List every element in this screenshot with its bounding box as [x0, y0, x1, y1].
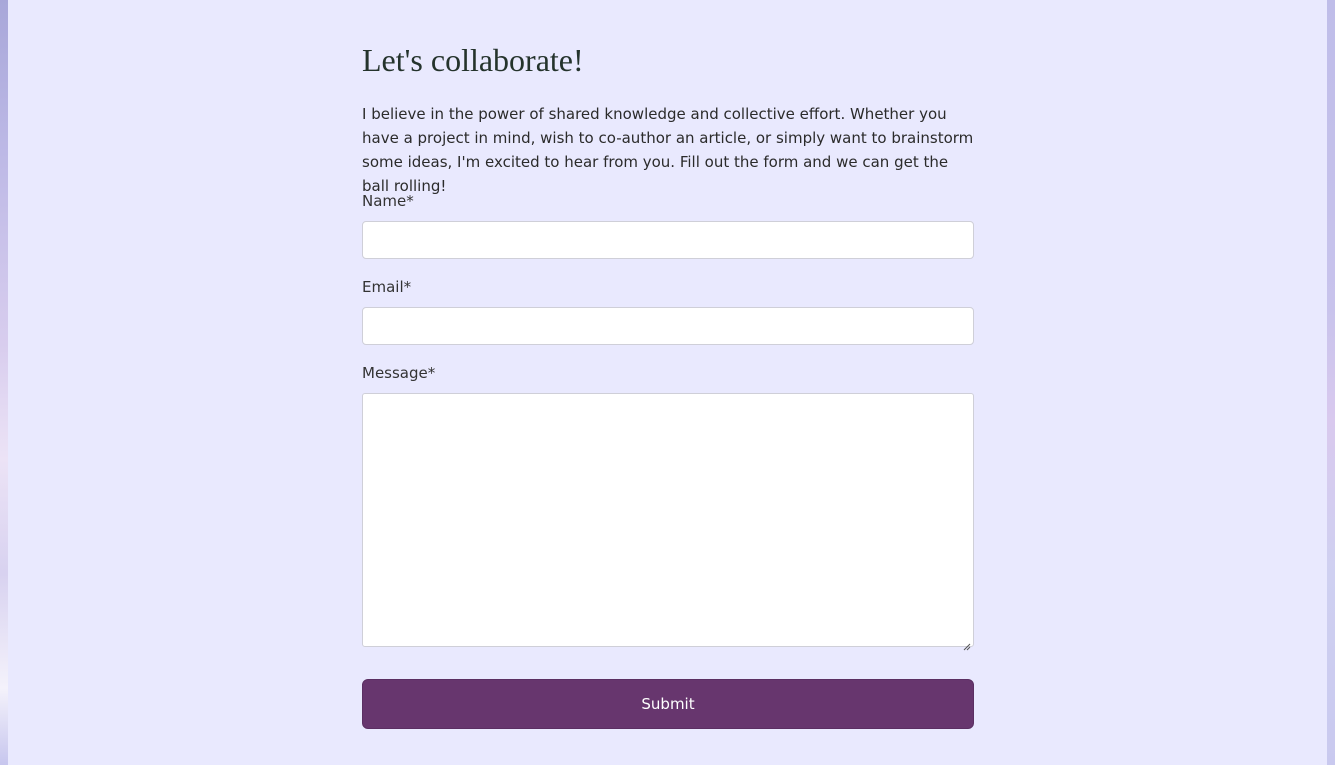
message-label: Message* — [362, 364, 436, 382]
email-field[interactable] — [362, 307, 974, 345]
contact-panel: Let's collaborate! I believe in the powe… — [8, 0, 1327, 765]
name-field[interactable] — [362, 221, 974, 259]
background-edge-left — [0, 0, 8, 765]
email-label: Email* — [362, 278, 412, 296]
background-edge-right — [1327, 0, 1335, 765]
name-label: Name* — [362, 192, 414, 210]
submit-button[interactable]: Submit — [362, 679, 974, 729]
intro-text: I believe in the power of shared knowled… — [362, 105, 974, 195]
message-field[interactable] — [362, 393, 974, 651]
textarea-resize-icon[interactable] — [963, 636, 971, 651]
page-title: Let's collaborate! — [362, 42, 584, 78]
